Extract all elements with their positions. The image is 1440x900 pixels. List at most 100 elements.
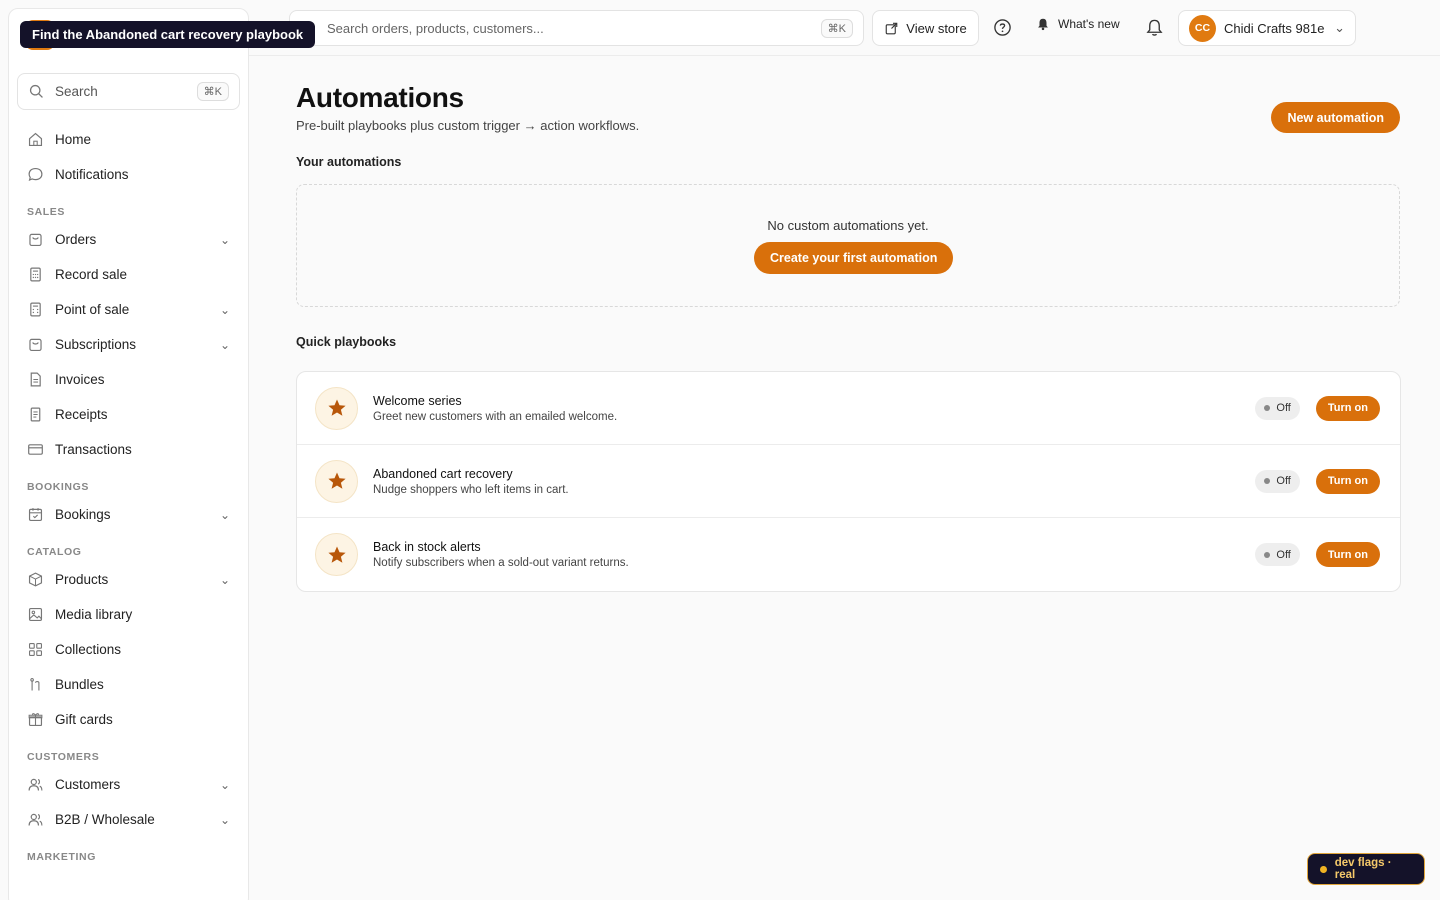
sidebar-item-label: Point of sale — [55, 302, 130, 317]
playbook-name: Back in stock alerts — [373, 540, 481, 554]
sidebar-item-collections[interactable]: Collections — [9, 632, 248, 667]
dev-flags-label: dev flags · real — [1334, 857, 1392, 881]
sidebar-item-orders[interactable]: Orders ⌄ — [9, 222, 248, 257]
star-icon — [315, 533, 358, 576]
shortcut-badge: ⌘K — [196, 82, 229, 101]
view-store-label: View store — [906, 20, 967, 36]
gift-icon — [28, 713, 43, 727]
status-dot — [1264, 405, 1271, 411]
sidebar-item-point-of-sale[interactable]: Point of sale ⌄ — [9, 292, 248, 327]
image-icon — [28, 607, 43, 622]
sidebar-item-label: Products — [55, 572, 109, 587]
sidebar-item-transactions[interactable]: Transactions — [9, 432, 248, 467]
calendar-icon — [28, 508, 43, 522]
sidebar-item-home[interactable]: Home — [9, 122, 248, 157]
whats-new-button[interactable]: What's new — [1036, 17, 1120, 31]
sidebar-item-label: Orders — [55, 232, 97, 247]
sidebar-search[interactable]: Search ⌘K — [17, 73, 240, 110]
chat-bubble-icon — [28, 167, 43, 182]
sidebar-item-bundles[interactable]: Bundles — [9, 667, 248, 702]
dev-flags-badge[interactable]: dev flags · real — [1307, 853, 1425, 885]
chevron-down-icon[interactable]: ⌄ — [220, 233, 230, 247]
sidebar-item-record-sale[interactable]: Record sale — [9, 257, 248, 292]
nav-section-bookings: BOOKINGS — [27, 481, 89, 493]
sidebar-item-subscriptions[interactable]: Subscriptions ⌄ — [9, 327, 248, 362]
users-icon — [28, 778, 43, 791]
bell-filled-icon — [1038, 18, 1048, 31]
account-menu[interactable]: CC Chidi Crafts 981e ⌄ — [1178, 10, 1356, 46]
sidebar-item-label: Collections — [55, 642, 122, 657]
sidebar-item-customers[interactable]: Customers ⌄ — [9, 767, 248, 802]
sidebar-item-label: Gift cards — [55, 712, 113, 727]
status-badge: Off — [1255, 396, 1300, 420]
grid-icon — [28, 642, 43, 657]
calculator-icon — [30, 267, 41, 282]
chevron-down-icon[interactable]: ⌄ — [220, 338, 230, 352]
help-circle-icon — [994, 19, 1011, 36]
chevron-down-icon[interactable]: ⌄ — [220, 778, 230, 792]
playbook-description: Nudge shoppers who left items in cart. — [373, 483, 569, 496]
account-name: Chidi Crafts 981e — [1224, 20, 1325, 36]
search-icon — [29, 84, 43, 98]
playbooks-list: Welcome series Greet new customers with … — [296, 371, 1401, 592]
playbook-description: Greet new customers with an emailed welc… — [373, 410, 618, 423]
help-button[interactable] — [993, 18, 1012, 42]
playbook-row-welcome-series: Welcome series Greet new customers with … — [297, 372, 1400, 445]
view-store-button[interactable]: View store — [872, 10, 979, 46]
bag-icon — [29, 338, 42, 352]
nav-section-customers: CUSTOMERS — [27, 751, 100, 763]
sidebar-item-label: Subscriptions — [55, 337, 137, 352]
turn-on-button[interactable]: Turn on — [1315, 395, 1380, 421]
sidebar-item-label: Record sale — [55, 267, 128, 282]
global-search-input[interactable]: Search orders, products, customers... ⌘K — [289, 10, 864, 46]
chevron-down-icon: ⌄ — [1334, 20, 1345, 35]
status-label: Off — [1276, 548, 1291, 561]
sidebar-item-invoices[interactable]: Invoices — [9, 362, 248, 397]
bag-icon — [29, 233, 42, 247]
quick-playbooks-heading: Quick playbooks — [296, 335, 397, 349]
star-icon — [315, 459, 358, 503]
sidebar-item-media-library[interactable]: Media library — [9, 597, 248, 632]
sidebar-item-label: Invoices — [55, 372, 105, 387]
home-icon — [28, 132, 43, 147]
avatar: CC — [1189, 14, 1216, 42]
sidebar-item-receipts[interactable]: Receipts — [9, 397, 248, 432]
sidebar-item-gift-cards[interactable]: Gift cards — [9, 702, 248, 737]
sidebar-item-bookings[interactable]: Bookings ⌄ — [9, 497, 248, 532]
nav-section-marketing: MARKETING — [27, 851, 96, 863]
bundle-icon — [30, 677, 40, 691]
new-automation-button[interactable]: New automation — [1271, 102, 1400, 133]
chevron-down-icon[interactable]: ⌄ — [220, 573, 230, 587]
page-subtitle: Pre-built playbooks plus custom trigger … — [296, 118, 640, 133]
status-label: Off — [1276, 475, 1291, 487]
chevron-down-icon[interactable]: ⌄ — [220, 813, 230, 827]
playbook-name: Welcome series — [373, 393, 462, 408]
receipt-icon — [30, 407, 41, 422]
playbook-name: Abandoned cart recovery — [373, 466, 513, 481]
status-badge: Off — [1255, 469, 1300, 493]
empty-state-text: No custom automations yet. — [767, 218, 929, 233]
chevron-down-icon[interactable]: ⌄ — [220, 303, 230, 317]
box-icon — [28, 572, 43, 587]
create-first-automation-button[interactable]: Create your first automation — [754, 242, 954, 274]
sidebar: chidi-crafts-a8ea.crafe.test Search ⌘K H… — [8, 8, 249, 900]
playbook-description: Notify subscribers when a sold-out varia… — [373, 557, 629, 569]
sidebar-item-label: Notifications — [55, 167, 129, 182]
status-dot — [1264, 551, 1271, 558]
sidebar-item-notifications[interactable]: Notifications — [9, 157, 248, 192]
sidebar-item-products[interactable]: Products ⌄ — [9, 562, 248, 597]
top-bar: Search orders, products, customers... ⌘K… — [249, 0, 1440, 56]
bell-icon — [1146, 19, 1163, 36]
sidebar-item-b2b-wholesale[interactable]: B2B / Wholesale ⌄ — [9, 802, 248, 837]
turn-on-button[interactable]: Turn on — [1315, 542, 1380, 567]
chevron-down-icon[interactable]: ⌄ — [220, 508, 230, 522]
turn-on-button[interactable]: Turn on — [1315, 468, 1380, 494]
nav-section-sales: SALES — [27, 206, 66, 218]
sidebar-item-label: Bookings — [55, 507, 111, 522]
sidebar-item-label: Media library — [55, 607, 133, 622]
notifications-button[interactable] — [1145, 18, 1164, 42]
star-icon — [315, 386, 358, 430]
sidebar-nav: Home Notifications SALES Orders ⌄ Record… — [9, 122, 248, 863]
task-tooltip: Find the Abandoned cart recovery playboo… — [20, 21, 316, 48]
credit-card-icon — [28, 444, 43, 455]
